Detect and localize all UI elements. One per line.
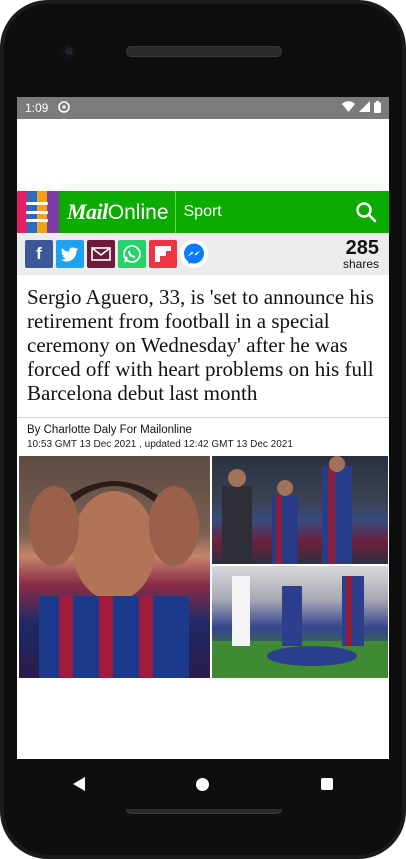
twitter-icon (61, 246, 78, 261)
back-icon[interactable] (72, 777, 85, 791)
aguero-photo[interactable] (19, 456, 210, 678)
article-date: 10:53 GMT 13 Dec 2021 , updated 12:42 GM… (27, 439, 293, 450)
team-photo[interactable] (212, 456, 388, 564)
status-icons (342, 100, 381, 116)
pitch-photo[interactable] (212, 566, 388, 678)
recents-icon[interactable] (321, 778, 334, 790)
share-count: 285 shares (343, 238, 379, 270)
header-divider (174, 191, 176, 233)
section-title[interactable]: Sport (184, 203, 222, 221)
whatsapp-icon (123, 245, 141, 263)
screen: 1:09 Mail Online Sport f 285 shares Serg… (17, 97, 389, 759)
article-byline[interactable]: By Charlotte Daly For Mailonline (17, 418, 389, 436)
front-camera (62, 44, 76, 58)
twitter-share-button[interactable] (56, 240, 84, 268)
phone-frame: 1:09 Mail Online Sport f 285 shares Serg… (0, 0, 406, 859)
battery-icon (374, 100, 381, 116)
share-count-number: 285 (345, 237, 379, 259)
share-count-label: shares (342, 257, 379, 271)
email-icon (91, 247, 111, 261)
ad-slot (17, 119, 389, 191)
wifi-icon (342, 101, 355, 115)
share-bar: f 285 shares (17, 233, 389, 275)
article-headline: Sergio Aguero, 33, is 'set to announce h… (17, 275, 389, 418)
earpiece-speaker (126, 46, 282, 57)
mailonline-logo[interactable]: Mail Online (67, 199, 169, 225)
facebook-icon: f (36, 244, 42, 263)
signal-icon (359, 101, 370, 115)
home-icon[interactable] (196, 777, 210, 791)
site-header: Mail Online Sport (17, 191, 389, 233)
search-icon[interactable] (355, 201, 377, 223)
messenger-icon (184, 243, 204, 264)
android-nav-bar (17, 759, 389, 809)
menu-button[interactable] (17, 191, 59, 233)
flipboard-share-button[interactable] (149, 240, 177, 268)
hamburger-icon (26, 202, 48, 222)
email-share-button[interactable] (87, 240, 115, 268)
article-image-grid (18, 456, 388, 680)
messenger-share-button[interactable] (180, 240, 208, 268)
status-time: 1:09 (25, 101, 49, 115)
status-bar: 1:09 (17, 97, 389, 119)
sync-icon (58, 100, 71, 116)
flipboard-icon (155, 246, 171, 262)
whatsapp-share-button[interactable] (118, 240, 146, 268)
facebook-share-button[interactable]: f (25, 240, 53, 268)
